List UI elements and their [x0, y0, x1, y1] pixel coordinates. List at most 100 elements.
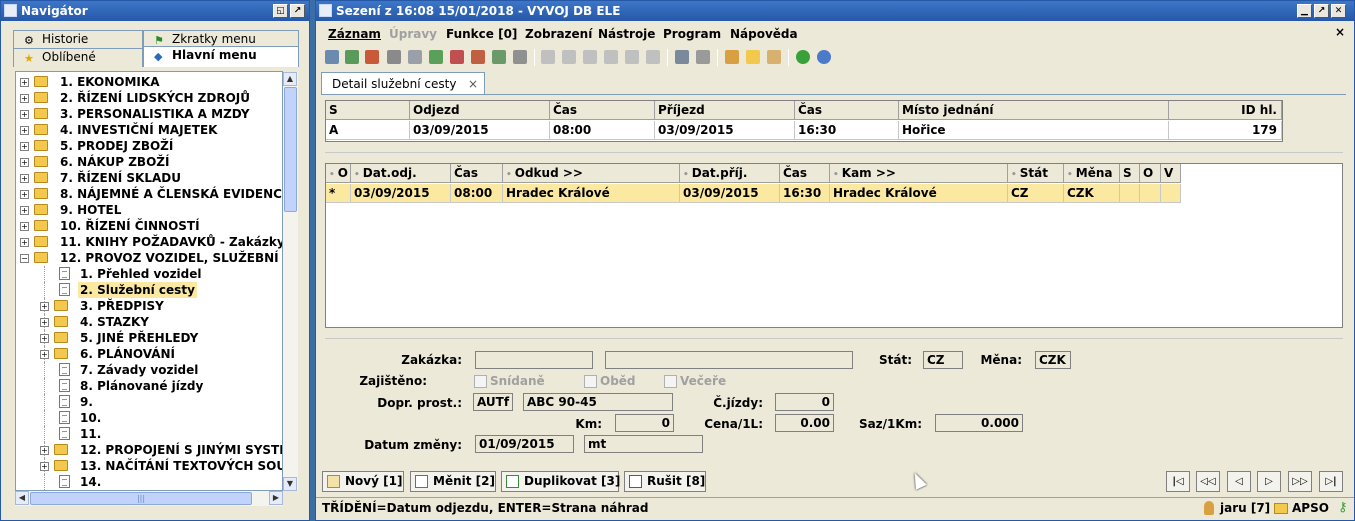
menu-zaznam[interactable]: Záznam	[328, 27, 381, 41]
first-record-button[interactable]: |◁	[1166, 471, 1190, 492]
detail-grid-column[interactable]: • Dat.příj.	[680, 164, 780, 183]
import-icon[interactable]	[450, 50, 464, 64]
expand-icon[interactable]: +	[40, 334, 49, 343]
detail-grid-column[interactable]: • Kam >>	[830, 164, 1008, 183]
user-field[interactable]: mt	[584, 435, 703, 453]
scroll-right-icon[interactable]: ▶	[269, 491, 283, 505]
tab-close-icon[interactable]: ×	[468, 73, 478, 95]
detail-grid-cell[interactable]: 03/09/2015	[351, 184, 451, 203]
scroll-thumb[interactable]	[284, 87, 297, 212]
detail-grid-column[interactable]: • Odkud >>	[503, 164, 680, 183]
maximize-icon[interactable]: ↗	[1314, 4, 1329, 18]
header-grid-cell[interactable]: 16:30	[795, 121, 899, 140]
menu-napoveda[interactable]: Nápověda	[730, 27, 798, 41]
detail-grid-cell[interactable]: CZ	[1008, 184, 1064, 203]
menu-zobrazeni[interactable]: Zobrazení	[525, 27, 592, 41]
rusit-button[interactable]: Rušit [8]	[624, 471, 706, 492]
minimize-icon[interactable]: ▁	[1297, 4, 1312, 18]
obed-checkbox[interactable]: Oběd	[584, 374, 636, 388]
refresh-icon[interactable]	[325, 50, 339, 64]
copy-record-icon[interactable]	[471, 50, 485, 64]
header-grid-cell[interactable]: 03/09/2015	[655, 121, 795, 140]
tree-vertical-scrollbar[interactable]: ▲ ▼	[283, 72, 298, 491]
vecere-checkbox[interactable]: Večeře	[664, 374, 726, 388]
detail-grid-column[interactable]: • O	[326, 164, 351, 183]
expand-icon[interactable]: +	[20, 222, 29, 231]
funnel-icon[interactable]	[513, 50, 527, 64]
tab-historie[interactable]: ⚙ Historie	[13, 30, 143, 48]
expand-icon[interactable]: +	[20, 126, 29, 135]
detail-grid-column[interactable]: • Stát	[1008, 164, 1064, 183]
header-grid-cell[interactable]: 03/09/2015	[410, 121, 550, 140]
header-grid-column[interactable]: ID hl.	[1169, 101, 1282, 120]
km-field[interactable]: 0	[615, 414, 674, 432]
expand-icon[interactable]: +	[20, 158, 29, 167]
detail-grid-column[interactable]: S	[1120, 164, 1140, 183]
header-grid-column[interactable]: Místo jednání	[899, 101, 1169, 120]
saz-field[interactable]: 0.000	[935, 414, 1023, 432]
detail-grid-column[interactable]: Čas	[780, 164, 830, 183]
detail-grid-cell[interactable]: Hradec Králové	[503, 184, 680, 203]
undock-icon[interactable]: ↗	[290, 4, 305, 18]
snidane-checkbox[interactable]: Snídaně	[474, 374, 545, 388]
print-icon[interactable]	[408, 50, 422, 64]
navigator-tree[interactable]: +1. EKONOMIKA +2. ŘÍZENÍ LIDSKÝCH ZDROJŮ +…	[15, 71, 283, 491]
session-titlebar[interactable]: Sezení z 16:08 15/01/2018 - VYVOJ DB ELE…	[316, 1, 1354, 21]
detail-grid-cell[interactable]	[1120, 184, 1140, 203]
collapse-icon[interactable]: −	[20, 254, 29, 263]
preview-icon[interactable]	[675, 50, 689, 64]
hscroll-thumb[interactable]: |||	[30, 492, 252, 505]
tab-hlavni-menu[interactable]: ◆ Hlavní menu	[143, 46, 299, 67]
header-grid-cell[interactable]: 08:00	[550, 121, 655, 140]
novy-button[interactable]: Nový [1]	[322, 471, 404, 492]
filter-icon[interactable]	[387, 50, 401, 64]
expand-icon[interactable]: +	[20, 94, 29, 103]
header-grid-column[interactable]: Čas	[795, 101, 899, 120]
expand-icon[interactable]: +	[20, 206, 29, 215]
prev-record-button[interactable]: ◁	[1227, 471, 1251, 492]
detail-grid-cell[interactable]: Hradec Králové	[830, 184, 1008, 203]
expand-icon[interactable]: +	[20, 78, 29, 87]
ok-icon[interactable]	[796, 50, 810, 64]
menit-button[interactable]: Měnit [2]	[410, 471, 496, 492]
cena-field[interactable]: 0.00	[775, 414, 834, 432]
cislo-jizdy-field[interactable]: 0	[775, 393, 834, 411]
user-icon[interactable]	[725, 50, 739, 64]
header-grid-column[interactable]: Příjezd	[655, 101, 795, 120]
expand-icon[interactable]: +	[20, 142, 29, 151]
dopr-prost-name-field[interactable]: ABC 90-45	[523, 393, 673, 411]
export-icon[interactable]	[429, 50, 443, 64]
menu-funkce[interactable]: Funkce [0]	[446, 27, 517, 41]
detail-grid-column[interactable]: V	[1161, 164, 1181, 183]
expand-icon[interactable]: +	[40, 446, 49, 455]
expand-icon[interactable]: +	[40, 462, 49, 471]
navigator-titlebar[interactable]: Navigátor ◱ ↗	[1, 1, 309, 21]
detail-grid-cell[interactable]: CZK	[1064, 184, 1120, 203]
restore-icon[interactable]: ◱	[273, 4, 288, 18]
tab-oblibene[interactable]: ★ Oblíbené	[13, 48, 143, 67]
expand-icon[interactable]: +	[40, 318, 49, 327]
header-grid-cell[interactable]: 179	[1169, 121, 1282, 140]
recycle-icon[interactable]	[365, 50, 379, 64]
menu-program[interactable]: Program	[663, 27, 721, 41]
detail-grid-cell[interactable]	[1140, 184, 1161, 203]
menu-close-icon[interactable]: ×	[1335, 25, 1345, 39]
link-icon[interactable]	[492, 50, 506, 64]
expand-icon[interactable]: +	[20, 238, 29, 247]
header-grid-column[interactable]: S	[326, 101, 410, 120]
header-grid-column[interactable]: Odjezd	[410, 101, 550, 120]
detail-grid-cell[interactable]: 08:00	[451, 184, 503, 203]
expand-icon[interactable]: +	[40, 302, 49, 311]
header-grid-cell[interactable]: Hořice	[899, 121, 1169, 140]
scroll-up-icon[interactable]: ▲	[283, 72, 297, 86]
next-record-button[interactable]: ▷	[1257, 471, 1281, 492]
detail-grid-cell[interactable]: *	[326, 184, 351, 203]
detail-grid-cell[interactable]	[1161, 184, 1181, 203]
pages-icon[interactable]	[696, 50, 710, 64]
header-grid-column[interactable]: Čas	[550, 101, 655, 120]
detail-grid-column[interactable]: • Dat.odj.	[351, 164, 451, 183]
expand-icon[interactable]: +	[20, 190, 29, 199]
detail-grid-cell[interactable]: 16:30	[780, 184, 830, 203]
detail-grid-column[interactable]: O	[1140, 164, 1161, 183]
close-icon[interactable]: ✕	[1331, 4, 1346, 18]
